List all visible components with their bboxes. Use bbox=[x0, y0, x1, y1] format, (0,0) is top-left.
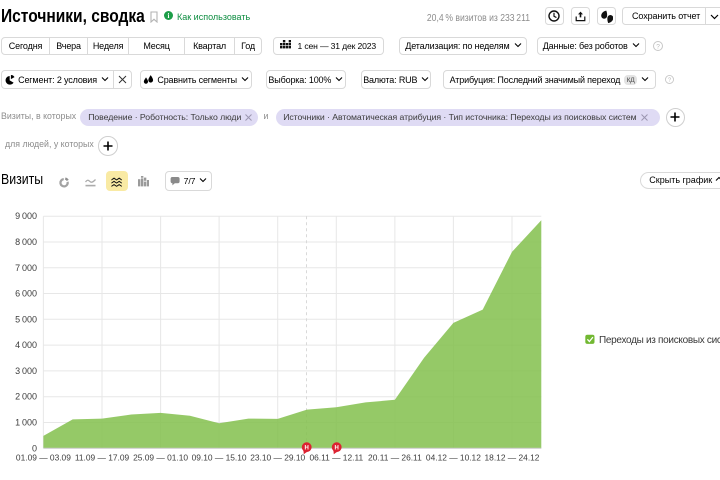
svg-text:3 000: 3 000 bbox=[15, 366, 37, 376]
svg-text:06.11 — 12.11: 06.11 — 12.11 bbox=[309, 452, 363, 462]
svg-text:Переходы из поисковых систем: Переходы из поисковых систем bbox=[599, 335, 720, 346]
svg-text:9 000: 9 000 bbox=[15, 211, 37, 221]
svg-text:01.09 — 03.09: 01.09 — 03.09 bbox=[16, 452, 71, 462]
svg-text:8 000: 8 000 bbox=[15, 237, 37, 247]
svg-text:2 000: 2 000 bbox=[15, 392, 37, 402]
svg-text:1 000: 1 000 bbox=[15, 418, 37, 428]
svg-text:5 000: 5 000 bbox=[15, 314, 37, 324]
svg-text:23.10 — 29.10: 23.10 — 29.10 bbox=[250, 452, 305, 462]
svg-text:Н: Н bbox=[335, 446, 339, 452]
svg-text:25.09 — 01.10: 25.09 — 01.10 bbox=[133, 452, 188, 462]
svg-text:09.10 — 15.10: 09.10 — 15.10 bbox=[192, 452, 247, 462]
svg-text:4 000: 4 000 bbox=[15, 340, 37, 350]
svg-text:04.12 — 10.12: 04.12 — 10.12 bbox=[426, 452, 481, 462]
svg-text:20.11 — 26.11: 20.11 — 26.11 bbox=[368, 452, 422, 462]
svg-text:18.12 — 24.12: 18.12 — 24.12 bbox=[485, 452, 540, 462]
svg-text:7 000: 7 000 bbox=[15, 263, 37, 273]
svg-text:6 000: 6 000 bbox=[15, 289, 37, 299]
svg-text:11.09 — 17.09: 11.09 — 17.09 bbox=[75, 452, 130, 462]
svg-text:Н: Н bbox=[305, 446, 309, 452]
